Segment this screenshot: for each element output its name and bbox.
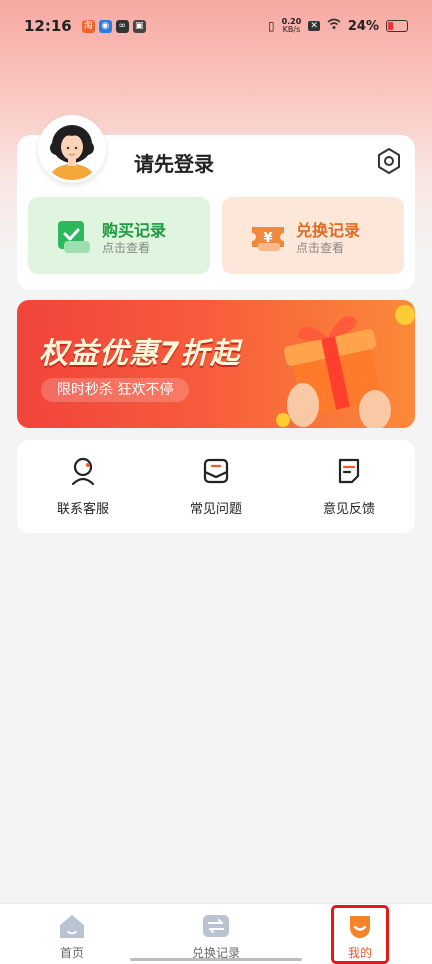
buy-records-subtitle: 点击查看 [102, 241, 151, 255]
service-label: 联系客服 [56, 502, 109, 517]
exchange-records-subtitle: 点击查看 [296, 241, 345, 255]
network-speed-unit: KB/s [282, 25, 301, 34]
banner-tagline: 限时秒杀 狂欢不停 [41, 378, 190, 402]
app-notification-icon: ∞ [115, 19, 129, 33]
buy-records-title: 购买记录 [102, 221, 167, 240]
buy-record-icon [58, 221, 90, 253]
sim-icon: ✕ [308, 21, 320, 31]
status-time: 12:16 [24, 17, 72, 35]
gift-box-illustration [276, 305, 415, 428]
active-tab-highlight [331, 905, 389, 964]
buy-records-button[interactable]: 购买记录 点击查看 [28, 197, 210, 274]
exchange-icon [203, 915, 229, 937]
customer-service-icon [71, 457, 95, 486]
network-speed: 0.20 KB/s [282, 18, 302, 34]
tab-exchange-records[interactable]: 兑换记录 [144, 904, 288, 964]
avatar[interactable] [38, 115, 106, 183]
services-card: 联系客服 常见问题 意见反馈 [17, 440, 415, 533]
home-icon [60, 915, 84, 938]
service-label: 常见问题 [189, 502, 242, 517]
contact-service-button[interactable]: 联系客服 [17, 440, 149, 533]
avatar-illustration [41, 118, 103, 180]
tab-home[interactable]: 首页 [0, 904, 144, 964]
service-label: 意见反馈 [322, 502, 375, 517]
faq-icon [203, 458, 229, 484]
settings-icon [378, 148, 400, 174]
exchange-coupon-icon: ¥ [252, 227, 284, 251]
faq-button[interactable]: 常见问题 [150, 440, 282, 533]
vibrate-icon: ▯ [267, 19, 275, 33]
app-notification-icon: 淘 [81, 19, 95, 33]
app-notification-icon: ◉ [98, 19, 112, 33]
feedback-icon [338, 458, 360, 484]
status-bar: 12:16 淘 ◉ ∞ ▣ ▯ 0.20 KB/s ✕ 24% [0, 0, 432, 52]
settings-button[interactable] [374, 146, 404, 176]
exchange-records-title: 兑换记录 [296, 221, 361, 240]
battery-text: 24% [347, 18, 379, 34]
wifi-icon [327, 18, 341, 34]
home-indicator[interactable] [130, 958, 302, 961]
login-prompt[interactable]: 请先登录 [134, 148, 214, 177]
feedback-button[interactable]: 意见反馈 [283, 440, 415, 533]
banner-headline: 权益优惠7折起 [39, 336, 241, 370]
tab-label: 首页 [59, 946, 84, 960]
exchange-records-button[interactable]: ¥ 兑换记录 点击查看 [222, 197, 404, 274]
promo-banner[interactable]: 权益优惠7折起 限时秒杀 狂欢不停 [17, 300, 415, 428]
app-notification-icon: ▣ [132, 19, 146, 33]
battery-icon [386, 20, 408, 32]
svg-text:¥: ¥ [263, 231, 272, 246]
